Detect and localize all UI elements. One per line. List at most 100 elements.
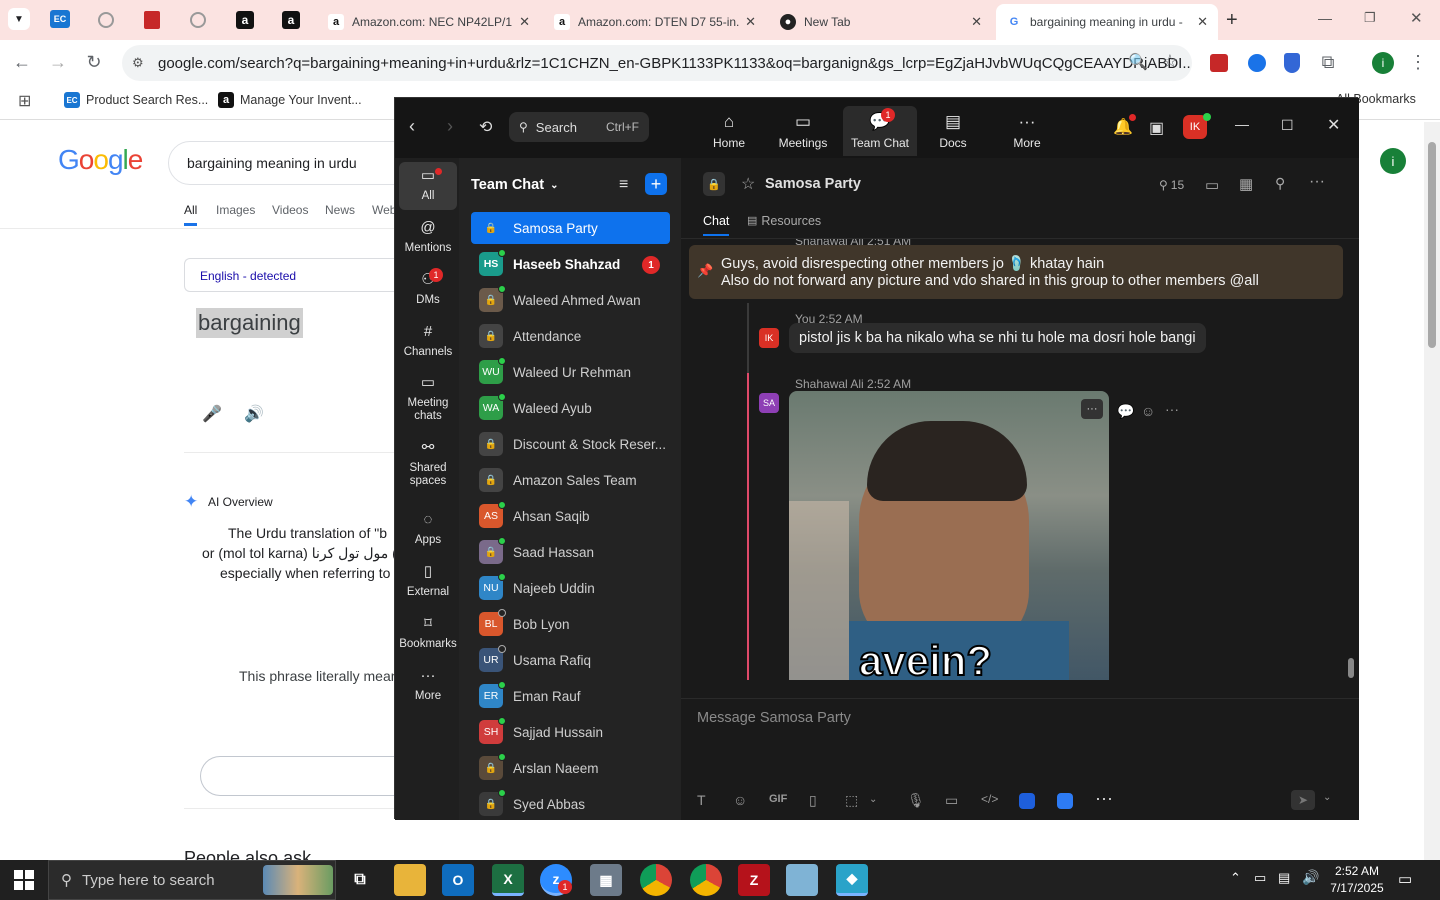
app-feather-icon[interactable]	[786, 864, 818, 896]
pinned-tab-red-icon[interactable]	[144, 11, 160, 29]
tab-chat[interactable]: Chat	[703, 214, 730, 236]
zoom-magnifier-icon[interactable]: 🔍	[1126, 52, 1150, 72]
bookmark-manage-inventory[interactable]: a Manage Your Invent...	[218, 92, 362, 108]
window-minimize-icon[interactable]: —	[1318, 10, 1332, 26]
tab-amazon-dten[interactable]: a Amazon.com: DTEN D7 55-in... ✕	[544, 4, 766, 40]
calculator-icon[interactable]: ▦	[590, 864, 622, 896]
nav-team-chat[interactable]: 💬 Team Chat 1	[843, 106, 917, 156]
scrollbar-thumb[interactable]	[1428, 142, 1436, 348]
filezilla-icon[interactable]: Z	[738, 864, 770, 896]
app-blue-icon[interactable]	[1019, 793, 1035, 809]
window-close-icon[interactable]: ✕	[1410, 9, 1423, 27]
code-snippet-icon[interactable]: </>	[981, 792, 998, 806]
gif-button[interactable]: GIF	[769, 793, 787, 805]
google-search-input[interactable]: bargaining meaning in urdu	[168, 141, 428, 185]
chrome-icon[interactable]	[640, 864, 672, 896]
image-more-icon[interactable]: ···	[1081, 399, 1103, 419]
video-call-icon[interactable]: ▭	[1205, 176, 1219, 194]
zoom-close-icon[interactable]: ✕	[1327, 115, 1340, 135]
pinned-tab-amazon-icon-2[interactable]: a	[282, 11, 300, 29]
bookmark-star-icon[interactable]: ☆	[1158, 51, 1182, 72]
taskbar-search-box[interactable]: ⚲ Type here to search	[48, 860, 336, 900]
extension-pdf-icon[interactable]	[1210, 54, 1228, 72]
extension-shield-icon[interactable]	[1284, 53, 1300, 73]
send-options-chevron-icon[interactable]: ⌄	[1323, 792, 1331, 803]
chat-list-item[interactable]: 🔒 Waleed Ahmed Awan	[471, 284, 670, 316]
chat-list-item[interactable]: 🔒 Saad Hassan	[471, 536, 670, 568]
message-bubble[interactable]: pistol jis k ba ha nikalo wha se nhi tu …	[789, 323, 1206, 353]
screenshot-chevron-icon[interactable]: ⌄	[869, 794, 877, 805]
extension-blue-icon[interactable]	[1248, 54, 1266, 72]
tab-search-chevron-icon[interactable]: ▼	[8, 8, 30, 30]
show-more-button[interactable]	[200, 756, 400, 796]
app-zoom-docs-icon[interactable]	[1057, 793, 1073, 809]
chat-list-item[interactable]: 🔒 Discount & Stock Reser...	[471, 428, 670, 460]
calendar-icon[interactable]: ▦	[1239, 175, 1253, 193]
pinned-tab-globe-icon-2[interactable]	[190, 12, 206, 28]
nav-home[interactable]: ⌂ Home	[693, 106, 765, 156]
windows-start-icon[interactable]	[14, 870, 34, 890]
rail-apps[interactable]: ◌ Apps	[399, 506, 457, 554]
rail-external[interactable]: ▯ External	[399, 558, 457, 606]
google-tab-web[interactable]: Web	[372, 203, 396, 217]
translate-source-language[interactable]: English - detected	[184, 258, 394, 292]
apps-grid-icon[interactable]: ⊞	[18, 91, 31, 111]
site-settings-icon[interactable]: ⚙	[132, 55, 144, 71]
chat-list-item[interactable]: NU Najeeb Uddin	[471, 572, 670, 604]
chat-list-item[interactable]: 🔒 Attendance	[471, 320, 670, 352]
chat-list-item[interactable]: WA Waleed Ayub	[471, 392, 670, 424]
close-icon[interactable]: ✕	[1197, 14, 1208, 30]
chat-list-item[interactable]: UR Usama Rafiq	[471, 644, 670, 676]
google-tab-news[interactable]: News	[325, 203, 355, 217]
pinned-tab-globe-icon[interactable]	[98, 12, 114, 28]
calendar-gift-icon[interactable]: ▣	[1149, 118, 1164, 138]
new-chat-plus-button[interactable]: +	[645, 173, 667, 195]
reply-icon[interactable]: 💬	[1117, 403, 1134, 420]
reload-icon[interactable]: ↻	[82, 52, 106, 73]
close-icon[interactable]: ✕	[519, 14, 530, 30]
file-icon[interactable]: ▯	[809, 792, 817, 809]
filter-icon[interactable]: ≡	[619, 176, 628, 194]
google-tab-images[interactable]: Images	[216, 203, 255, 217]
translate-source-text[interactable]: bargaining	[196, 308, 303, 338]
zoom-maximize-icon[interactable]: ☐	[1281, 117, 1294, 134]
google-tab-all[interactable]: All	[184, 203, 198, 226]
app-diamond-icon[interactable]: ◆	[836, 864, 868, 896]
rail-shared-spaces[interactable]: ⚯ Shared spaces	[399, 436, 457, 492]
chat-list-item[interactable]: 🔒 Arslan Naeem	[471, 752, 670, 784]
nav-more[interactable]: ··· More	[991, 106, 1063, 156]
rail-channels[interactable]: # Channels	[399, 318, 457, 366]
tray-network-icon[interactable]: ▤	[1278, 870, 1290, 886]
window-restore-icon[interactable]: ❐	[1364, 10, 1376, 26]
extensions-puzzle-icon[interactable]: ⧉	[1316, 52, 1340, 73]
chat-list-item[interactable]: 🔒 Samosa Party	[471, 212, 670, 244]
channel-more-icon[interactable]: ···	[1309, 173, 1325, 191]
file-explorer-icon[interactable]	[394, 864, 426, 896]
rail-meeting-chats[interactable]: ▭ Meeting chats	[399, 372, 457, 426]
tab-google-search[interactable]: G bargaining meaning in urdu - ✕	[996, 4, 1218, 40]
rail-all[interactable]: ▭ All	[399, 162, 457, 210]
chat-list-item[interactable]: SH Sajjad Hussain	[471, 716, 670, 748]
bookmark-product-search[interactable]: EC Product Search Res...	[64, 92, 208, 108]
emoji-icon[interactable]: ☺	[733, 792, 747, 808]
microphone-icon[interactable]: 🎙	[907, 792, 925, 809]
chat-list-item[interactable]: ER Eman Rauf	[471, 680, 670, 712]
forward-arrow-icon[interactable]: →	[46, 52, 70, 73]
rail-bookmarks[interactable]: ⌑ Bookmarks	[399, 610, 457, 658]
google-tab-videos[interactable]: Videos	[272, 203, 308, 217]
address-bar[interactable]: ⚙ google.com/search?q=bargaining+meaning…	[122, 45, 1192, 81]
chat-list-item[interactable]: WU Waleed Ur Rehman	[471, 356, 670, 388]
send-icon[interactable]: ➤	[1291, 790, 1315, 810]
format-text-icon[interactable]: T	[697, 792, 706, 808]
message-more-icon[interactable]: ···	[1165, 401, 1179, 417]
chat-list-item[interactable]: 🔒 Amazon Sales Team	[471, 464, 670, 496]
pinned-tab-ec-icon[interactable]: EC	[50, 10, 70, 28]
chat-list-item[interactable]: HS Haseeb Shahzad 1	[471, 248, 670, 280]
rail-mentions[interactable]: @ Mentions	[399, 214, 457, 262]
google-logo[interactable]: Google	[58, 144, 143, 176]
page-scrollbar[interactable]	[1424, 122, 1440, 860]
google-account-avatar[interactable]: i	[1380, 148, 1406, 174]
tray-network-status-icon[interactable]: ▭	[1254, 870, 1266, 886]
nav-docs[interactable]: ▤ Docs	[917, 106, 989, 156]
microphone-icon[interactable]: 🎤	[202, 404, 222, 424]
